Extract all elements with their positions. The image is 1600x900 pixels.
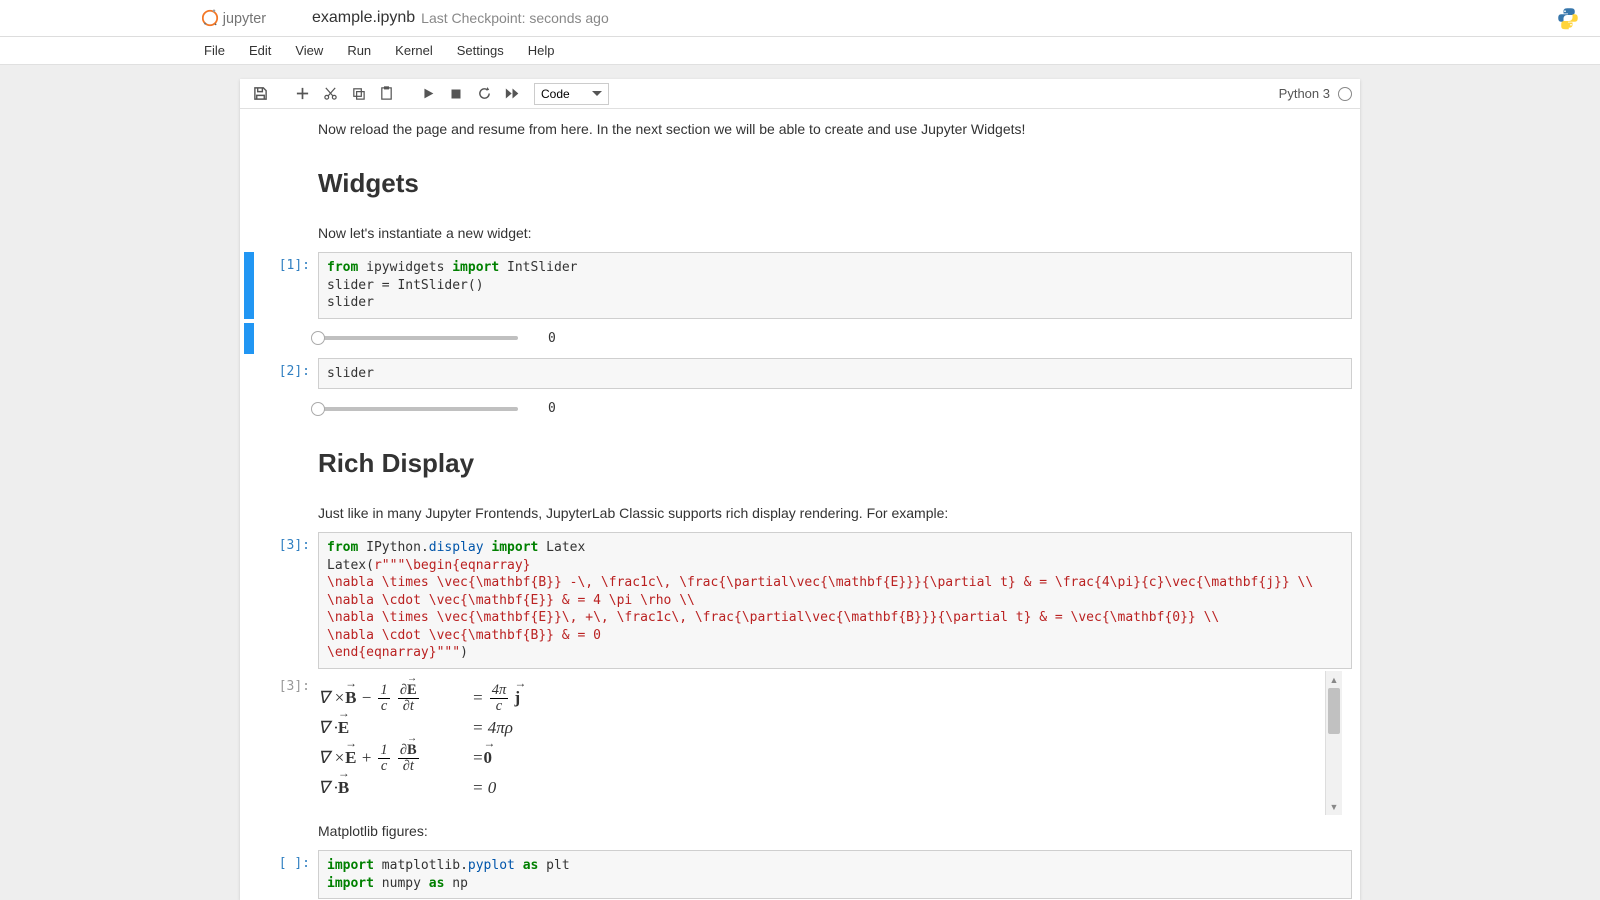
menu-settings[interactable]: Settings [445, 39, 516, 62]
kernel-name[interactable]: Python 3 [1279, 86, 1330, 101]
paste-button[interactable] [374, 82, 398, 106]
markdown-cell[interactable]: Now reload the page and resume from here… [240, 113, 1360, 146]
scroll-up-icon[interactable]: ▲ [1326, 671, 1342, 688]
menu-run[interactable]: Run [335, 39, 383, 62]
code-cell[interactable]: [2]: slider [240, 356, 1360, 392]
code-cell[interactable]: [3]: from IPython.display import Latex L… [240, 530, 1360, 671]
output-prompt: [3]: [254, 673, 318, 813]
markdown-text: Just like in many Jupyter Frontends, Jup… [318, 499, 948, 528]
slider-track[interactable] [318, 407, 518, 411]
input-prompt: [2]: [254, 358, 318, 390]
slider-track[interactable] [318, 336, 518, 340]
cut-button[interactable] [318, 82, 342, 106]
content-background: Code Python 3 Now reload the page and re… [0, 65, 1600, 900]
checkpoint-text: Last Checkpoint: seconds ago [421, 10, 609, 26]
fast-forward-button[interactable] [500, 82, 524, 106]
header: jupyter example.ipynb Last Checkpoint: s… [0, 0, 1600, 37]
svg-text:jupyter: jupyter [222, 11, 266, 27]
heading-widgets: Widgets [318, 164, 419, 203]
input-prompt: [3]: [254, 532, 318, 669]
markdown-text: Matplotlib figures: [318, 817, 428, 846]
slider-thumb[interactable] [311, 402, 325, 416]
intslider-widget[interactable]: 0 [318, 399, 1352, 418]
slider-value: 0 [548, 331, 588, 346]
input-prompt: [1]: [254, 252, 318, 319]
menubar: File Edit View Run Kernel Settings Help [0, 37, 1600, 65]
latex-output: ∇ × B − 1c ∂E∂t = 4πc j ∇ · E = 4πρ ∇ × … [318, 679, 1352, 807]
notebook-body[interactable]: Now reload the page and resume from here… [240, 109, 1360, 900]
markdown-cell[interactable]: Just like in many Jupyter Frontends, Jup… [240, 497, 1360, 530]
markdown-cell[interactable]: Widgets [240, 146, 1360, 217]
filename[interactable]: example.ipynb [312, 9, 415, 27]
slider-value: 0 [548, 401, 588, 416]
menu-edit[interactable]: Edit [237, 39, 283, 62]
menu-kernel[interactable]: Kernel [383, 39, 445, 62]
notebook-panel: Code Python 3 Now reload the page and re… [240, 79, 1360, 900]
output-cell: [3]: ∇ × B − 1c ∂E∂t = 4πc j ∇ · E = 4πρ… [240, 671, 1360, 815]
jupyter-logo[interactable]: jupyter [202, 5, 302, 31]
menu-file[interactable]: File [192, 39, 237, 62]
input-prompt: [ ]: [254, 850, 318, 899]
markdown-text: Now reload the page and resume from here… [318, 115, 1025, 144]
restart-button[interactable] [472, 82, 496, 106]
kernel-status-icon[interactable] [1338, 87, 1352, 101]
toolbar: Code Python 3 [240, 79, 1360, 109]
run-button[interactable] [416, 82, 440, 106]
menu-view[interactable]: View [283, 39, 335, 62]
code-cell[interactable]: [1]: from ipywidgets import IntSlider sl… [240, 250, 1360, 321]
code-input[interactable]: slider [318, 358, 1352, 390]
output-cell: 0 [240, 321, 1360, 356]
add-cell-button[interactable] [290, 82, 314, 106]
save-button[interactable] [248, 82, 272, 106]
output-scrollbar[interactable]: ▲ ▼ [1325, 671, 1342, 815]
cell-type-select[interactable]: Code [534, 83, 609, 105]
stop-button[interactable] [444, 82, 468, 106]
markdown-cell[interactable]: Matplotlib figures: [240, 815, 1360, 848]
slider-thumb[interactable] [311, 331, 325, 345]
code-input[interactable]: from ipywidgets import IntSlider slider … [318, 252, 1352, 319]
python-icon [1556, 6, 1580, 30]
heading-rich-display: Rich Display [318, 444, 474, 483]
code-cell[interactable]: [ ]: import matplotlib.pyplot as plt imp… [240, 848, 1360, 900]
markdown-cell[interactable]: Now let's instantiate a new widget: [240, 217, 1360, 250]
code-input[interactable]: from IPython.display import Latex Latex(… [318, 532, 1352, 669]
markdown-text: Now let's instantiate a new widget: [318, 219, 532, 248]
markdown-cell[interactable]: Rich Display [240, 426, 1360, 497]
intslider-widget[interactable]: 0 [318, 329, 1352, 348]
copy-button[interactable] [346, 82, 370, 106]
menu-help[interactable]: Help [516, 39, 567, 62]
code-input[interactable]: import matplotlib.pyplot as plt import n… [318, 850, 1352, 899]
scroll-down-icon[interactable]: ▼ [1326, 798, 1342, 815]
output-cell: 0 [240, 391, 1360, 426]
scrollbar-thumb[interactable] [1328, 688, 1340, 734]
